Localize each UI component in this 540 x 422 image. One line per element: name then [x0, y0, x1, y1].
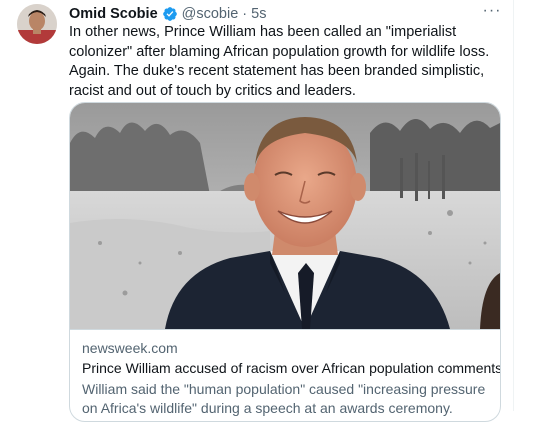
tweet-text: In other news, Prince William has been c…: [69, 24, 490, 99]
card-title[interactable]: Prince William accused of racism over Af…: [82, 360, 500, 376]
avatar-image: [17, 4, 57, 44]
avatar[interactable]: [17, 4, 57, 44]
card-image[interactable]: [70, 103, 500, 329]
separator-dot: ·: [242, 6, 248, 22]
card-description: William said the "human population" caus…: [82, 381, 486, 416]
verified-badge-icon: [162, 6, 178, 22]
handle[interactable]: @scobie: [182, 6, 239, 22]
card-body[interactable]: newsweek.com Prince William accused of r…: [70, 329, 500, 416]
more-options-icon[interactable]: ···: [482, 3, 502, 24]
card-domain: newsweek.com: [82, 340, 178, 356]
timestamp[interactable]: 5s: [251, 6, 266, 22]
tweet[interactable]: Omid Scobie @scobie · 5s ··· In other ne…: [0, 0, 540, 422]
column-divider: [513, 0, 514, 411]
display-name[interactable]: Omid Scobie: [69, 6, 158, 22]
link-card[interactable]: newsweek.com Prince William accused of r…: [69, 102, 501, 422]
tweet-header: Omid Scobie @scobie · 5s: [69, 4, 266, 24]
